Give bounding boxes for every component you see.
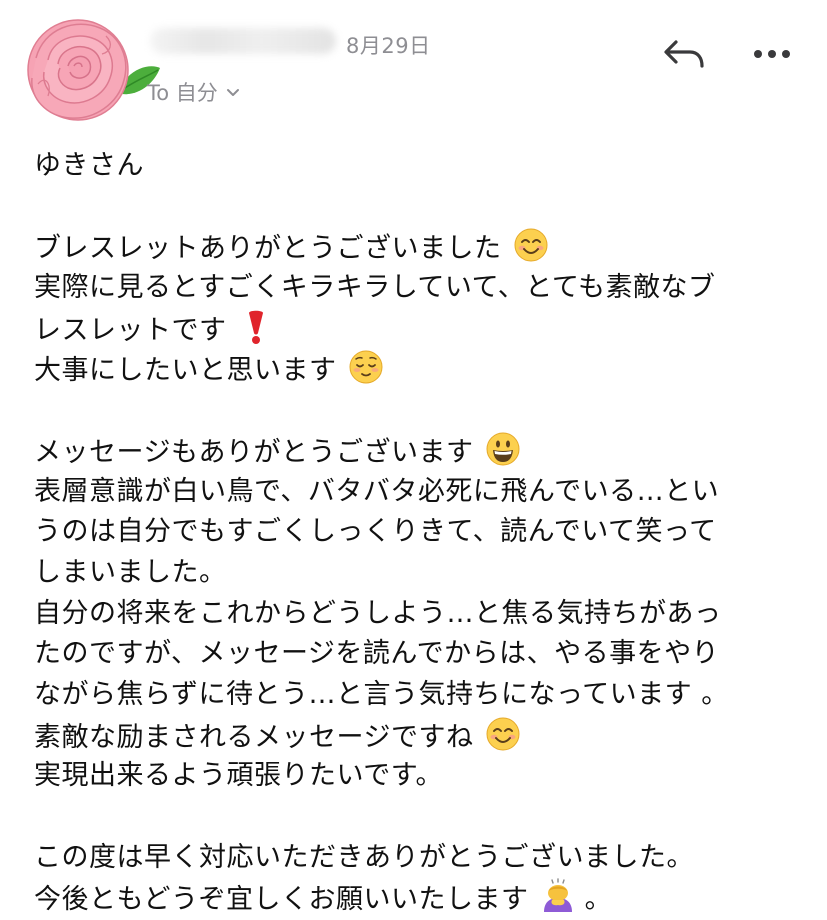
body-text: レスレットです (34, 314, 227, 346)
body-line: しまいました。 (34, 556, 227, 588)
body-line: 素敵な励まされるメッセージですね (34, 716, 814, 757)
body-line: この度は早く対応いただきありがとうございました。 (34, 841, 694, 873)
greeting: ゆきさん (34, 150, 144, 181)
reply-button[interactable] (662, 34, 706, 74)
email-view: 8月29日 To 自分 ゆきさん ブレスレットありがとうございました 実際に見る… (0, 0, 827, 920)
recipient-label: To 自分 (147, 81, 218, 105)
body-line: 大事にしたいと思います (34, 349, 814, 390)
body-line: 今後ともどうぞ宜しくお願いいたします 。 (34, 878, 814, 919)
body-line: レスレットです (34, 309, 814, 350)
body-line: ブレスレットありがとうございました (34, 227, 814, 268)
more-options-button[interactable] (752, 42, 792, 66)
message-date: 8月29日 (346, 34, 431, 58)
message-body: ゆきさん ブレスレットありがとうございました 実際に見るとすごくキラキラしていて… (34, 146, 814, 919)
body-line: うのは自分でもすごくしっくりきて、読んでいて笑って (34, 516, 717, 548)
sender-name-blurred (150, 28, 336, 54)
reply-icon (664, 40, 704, 68)
chevron-down-icon (226, 89, 239, 96)
body-text: 今後ともどうぞ宜しくお願いいたします (34, 884, 529, 916)
body-line: ながら焦らずに待とう…と言う気持ちになっています 。 (34, 678, 729, 710)
body-line: 表層意識が白い鳥で、バタバタ必死に飛んでいる…とい (34, 475, 720, 507)
bowing-person-icon (543, 878, 572, 913)
avatar[interactable] (18, 14, 168, 128)
relieved-face-icon (349, 350, 383, 384)
body-line: メッセージもありがとうございます (34, 431, 814, 472)
more-dots-icon (754, 50, 790, 58)
body-line: たのですが、メッセージを読んでからは、やる事をやり (34, 638, 720, 670)
body-text: 。 (584, 884, 613, 916)
smiling-face-icon (486, 717, 520, 751)
rose-icon (27, 19, 160, 121)
body-line: 実現出来るよう頑張りたいです。 (34, 760, 443, 792)
grinning-face-icon (486, 432, 520, 466)
body-text: 大事にしたいと思います (34, 355, 337, 387)
body-text: ブレスレットありがとうございました (34, 233, 502, 265)
smiling-face-icon (514, 228, 548, 262)
body-line: 自分の将来をこれからどうしよう…と焦る気持ちがあっ (34, 597, 722, 629)
exclamation-mark-icon (248, 310, 263, 344)
recipient-details-toggle[interactable]: To 自分 (147, 77, 240, 107)
body-text: メッセージもありがとうございます (34, 436, 474, 468)
body-line: 実際に見るとすごくキラキラしていて、とても素敵なブ (34, 272, 716, 304)
body-text: 素敵な励まされるメッセージですね (34, 721, 474, 753)
